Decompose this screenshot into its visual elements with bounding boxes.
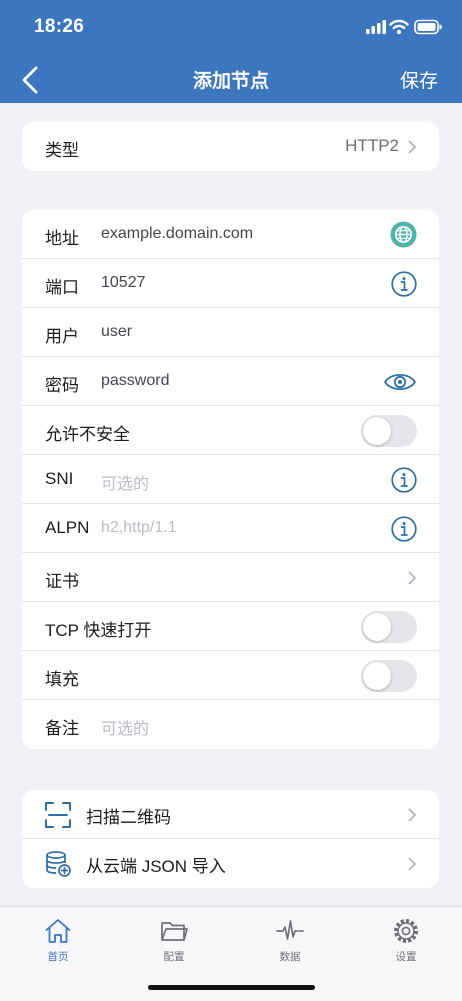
alpn-field[interactable]: h2,http/1.1: [101, 519, 177, 537]
page-title: 添加节点: [192, 71, 269, 92]
tab-home-label: 首页: [47, 951, 69, 963]
certificate-label: 证书: [45, 572, 79, 591]
status-time: 18:26: [34, 16, 85, 37]
sni-field[interactable]: 可选的: [101, 470, 149, 494]
user-field[interactable]: user: [101, 323, 132, 341]
sni-label: SNI: [45, 469, 74, 488]
certificate-row[interactable]: 证书: [22, 553, 439, 602]
chevron-right-icon: [408, 571, 416, 585]
padding-toggle[interactable]: [361, 660, 417, 692]
alpn-label: ALPN: [45, 518, 90, 537]
chevron-right-icon: [408, 808, 416, 822]
toggle-knob: [363, 613, 391, 641]
tcp-fast-open-row: TCP 快速打开: [22, 602, 439, 651]
user-label: 用户: [45, 327, 79, 346]
globe-icon[interactable]: [390, 221, 417, 248]
database-import-icon: [46, 851, 71, 877]
info-icon[interactable]: [391, 271, 417, 297]
type-row[interactable]: 类型 HTTP2: [22, 122, 439, 171]
qr-scan-icon: [45, 802, 71, 828]
pulse-icon: [276, 920, 304, 940]
battery-icon: [414, 19, 442, 35]
port-label: 端口: [45, 278, 79, 297]
gear-icon: [394, 919, 418, 943]
allow-insecure-toggle[interactable]: [361, 415, 417, 447]
tab-config[interactable]: 配置: [116, 913, 232, 967]
remark-label: 备注: [45, 719, 79, 738]
scan-qr-row[interactable]: 扫描二维码: [22, 790, 439, 839]
tab-config-label: 配置: [163, 951, 185, 963]
password-field[interactable]: password: [101, 372, 169, 390]
app-header: 18:26 添加节点 保存: [0, 0, 462, 103]
sni-row: SNI 可选的: [22, 455, 439, 504]
save-button[interactable]: 保存: [400, 66, 438, 93]
port-row: 端口 10527: [22, 259, 439, 308]
remark-field[interactable]: 可选的: [101, 715, 149, 739]
info-icon[interactable]: [391, 467, 417, 493]
chevron-right-icon: [408, 140, 416, 154]
folder-icon: [161, 922, 188, 941]
scan-qr-label: 扫描二维码: [86, 808, 171, 827]
actions-card: 扫描二维码 从云端 JSON 导入: [22, 790, 439, 888]
address-field[interactable]: example.domain.com: [101, 225, 253, 243]
home-indicator: [148, 985, 315, 990]
padding-label: 填充: [45, 670, 79, 689]
alpn-row: ALPN h2,http/1.1: [22, 504, 439, 553]
info-icon[interactable]: [391, 516, 417, 542]
status-bar: 18:26: [0, 0, 462, 54]
tcp-fast-open-toggle[interactable]: [361, 611, 417, 643]
remark-row: 备注 可选的: [22, 700, 439, 749]
toggle-knob: [363, 662, 391, 690]
toggle-knob: [363, 417, 391, 445]
cellular-signal-icon: [366, 20, 386, 34]
address-row: 地址 example.domain.com: [22, 210, 439, 259]
tab-data-label: 数据: [279, 951, 301, 963]
padding-row: 填充: [22, 651, 439, 700]
password-label: 密码: [45, 376, 79, 395]
tab-data[interactable]: 数据: [232, 913, 348, 967]
fields-card: 地址 example.domain.com 端口 10527 用户 user 密…: [22, 210, 439, 749]
password-row: 密码 password: [22, 357, 439, 406]
type-value: HTTP2: [345, 136, 399, 155]
tcp-fast-open-label: TCP 快速打开: [45, 621, 152, 640]
tab-settings-label: 设置: [395, 951, 417, 963]
import-json-label: 从云端 JSON 导入: [86, 857, 226, 876]
allow-insecure-row: 允许不安全: [22, 406, 439, 455]
eye-icon[interactable]: [383, 370, 417, 394]
allow-insecure-label: 允许不安全: [45, 425, 130, 444]
wifi-icon: [389, 19, 409, 35]
address-label: 地址: [45, 229, 79, 248]
type-label: 类型: [45, 141, 79, 160]
user-row: 用户 user: [22, 308, 439, 357]
port-field[interactable]: 10527: [101, 274, 146, 292]
home-icon: [45, 919, 71, 943]
tab-settings[interactable]: 设置: [348, 913, 462, 967]
chevron-right-icon: [408, 857, 416, 871]
navigation-bar: 添加节点 保存: [0, 54, 462, 103]
type-card: 类型 HTTP2: [22, 122, 439, 171]
import-json-row[interactable]: 从云端 JSON 导入: [22, 839, 439, 888]
tab-home[interactable]: 首页: [0, 913, 116, 967]
